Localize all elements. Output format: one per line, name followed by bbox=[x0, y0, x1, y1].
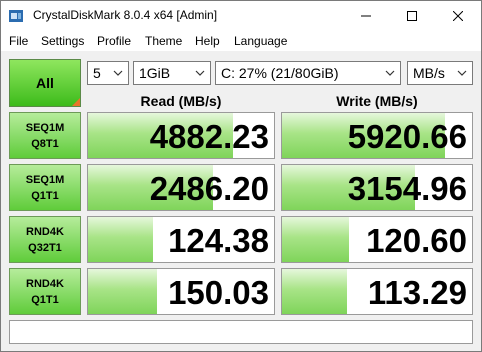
test-size-select[interactable]: 1GiB bbox=[133, 61, 211, 85]
run-all-button[interactable]: All bbox=[9, 59, 81, 107]
minimize-icon bbox=[361, 15, 371, 17]
read-result-rnd4k-q32t1: 124.38 bbox=[87, 216, 275, 263]
read-result-seq1m-q1t1: 2486.20 bbox=[87, 164, 275, 211]
test-params: Q32T1 bbox=[28, 241, 62, 254]
app-icon bbox=[9, 10, 23, 22]
test-params: Q1T1 bbox=[31, 189, 59, 202]
menu-file[interactable]: File bbox=[9, 34, 28, 48]
write-bar bbox=[282, 269, 347, 314]
test-button-rnd4k-q1t1[interactable]: RND4K Q1T1 bbox=[9, 268, 81, 315]
write-value: 5920.66 bbox=[347, 118, 467, 155]
menu-profile[interactable]: Profile bbox=[97, 34, 131, 48]
menu-settings[interactable]: Settings bbox=[41, 34, 84, 48]
test-button-seq1m-q1t1[interactable]: SEQ1M Q1T1 bbox=[9, 164, 81, 211]
read-result-rnd4k-q1t1: 150.03 bbox=[87, 268, 275, 315]
test-count-select[interactable]: 5 bbox=[87, 61, 129, 85]
menu-help[interactable]: Help bbox=[195, 34, 220, 48]
test-name: RND4K bbox=[26, 225, 64, 238]
app-window: CrystalDiskMark 8.0.4 x64 [Admin] File S… bbox=[0, 0, 482, 352]
test-button-rnd4k-q32t1[interactable]: RND4K Q32T1 bbox=[9, 216, 81, 263]
test-name: SEQ1M bbox=[25, 121, 65, 134]
test-params: Q1T1 bbox=[31, 293, 59, 306]
write-value: 113.29 bbox=[367, 274, 467, 311]
drive-select[interactable]: C: 27% (21/80GiB) bbox=[215, 61, 401, 85]
maximize-button[interactable] bbox=[389, 1, 435, 31]
read-value: 2486.20 bbox=[149, 170, 269, 207]
menu-theme[interactable]: Theme bbox=[145, 34, 182, 48]
test-button-seq1m-q8t1[interactable]: SEQ1M Q8T1 bbox=[9, 112, 81, 159]
read-value: 150.03 bbox=[168, 274, 269, 311]
write-result-seq1m-q1t1: 3154.96 bbox=[281, 164, 473, 211]
write-value: 120.60 bbox=[366, 222, 467, 259]
menu-bar: File Settings Profile Theme Help Languag… bbox=[1, 31, 481, 51]
chevron-down-icon bbox=[113, 70, 123, 76]
write-bar bbox=[282, 217, 349, 262]
unit-select[interactable]: MB/s bbox=[407, 61, 473, 85]
test-name: SEQ1M bbox=[25, 173, 65, 186]
read-value: 4882.23 bbox=[149, 118, 269, 155]
read-bar bbox=[88, 269, 157, 314]
test-name: RND4K bbox=[26, 277, 64, 290]
read-column-header: Read (MB/s) bbox=[140, 93, 222, 109]
drive-value: C: 27% (21/80GiB) bbox=[221, 65, 339, 81]
read-value: 124.38 bbox=[168, 222, 269, 259]
write-result-seq1m-q8t1: 5920.66 bbox=[281, 112, 473, 159]
close-button[interactable] bbox=[435, 1, 481, 31]
test-count-value: 5 bbox=[93, 65, 101, 81]
test-params: Q8T1 bbox=[31, 137, 59, 150]
unit-value: MB/s bbox=[413, 65, 445, 81]
write-column-header: Write (MB/s) bbox=[336, 93, 418, 109]
chevron-down-icon bbox=[385, 70, 395, 76]
run-all-label: All bbox=[36, 75, 54, 91]
write-result-rnd4k-q32t1: 120.60 bbox=[281, 216, 473, 263]
test-size-value: 1GiB bbox=[139, 65, 171, 81]
title-bar: CrystalDiskMark 8.0.4 x64 [Admin] bbox=[1, 1, 481, 31]
read-result-seq1m-q8t1: 4882.23 bbox=[87, 112, 275, 159]
minimize-button[interactable] bbox=[343, 1, 389, 31]
read-bar bbox=[88, 217, 154, 262]
write-result-rnd4k-q1t1: 113.29 bbox=[281, 268, 473, 315]
chevron-down-icon bbox=[457, 70, 467, 76]
corner-marker bbox=[72, 98, 80, 106]
menu-language[interactable]: Language bbox=[234, 34, 287, 48]
chevron-down-icon bbox=[195, 70, 205, 76]
window-title: CrystalDiskMark 8.0.4 x64 [Admin] bbox=[33, 8, 218, 22]
write-value: 3154.96 bbox=[347, 170, 467, 207]
close-icon bbox=[453, 11, 463, 21]
comment-field[interactable] bbox=[9, 320, 473, 344]
maximize-icon bbox=[407, 11, 417, 21]
